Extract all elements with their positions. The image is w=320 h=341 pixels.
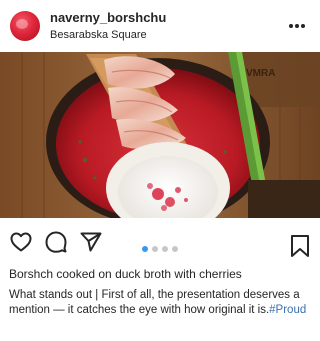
carousel-dot-3 xyxy=(162,246,168,252)
location[interactable]: Besarabska Square xyxy=(50,28,166,43)
carousel-dot-2 xyxy=(152,246,158,252)
bookmark-icon xyxy=(291,235,309,257)
carousel-dot-4 xyxy=(172,246,178,252)
comment-button[interactable] xyxy=(44,230,68,254)
more-horizontal-icon xyxy=(289,24,305,28)
user-block: naverny_borshchu Besarabska Square xyxy=(50,10,166,43)
share-button[interactable] xyxy=(79,230,103,254)
instagram-post: naverny_borshchu Besarabska Square VMRA … xyxy=(0,0,320,341)
post-header: naverny_borshchu Besarabska Square xyxy=(0,0,320,52)
carousel-dot-1 xyxy=(142,246,148,252)
post-actions xyxy=(0,226,320,258)
send-icon xyxy=(80,232,102,252)
post-photo[interactable]: VMRA xyxy=(0,52,320,218)
avatar[interactable] xyxy=(10,11,40,41)
heart-icon xyxy=(10,232,32,252)
username[interactable]: naverny_borshchu xyxy=(50,10,166,26)
hashtag-link[interactable]: #Proud xyxy=(269,304,306,316)
save-button[interactable] xyxy=(290,234,310,258)
post-caption: What stands out | First of all, the pres… xyxy=(9,288,314,318)
carousel-indicator xyxy=(142,246,178,252)
caption-text: What stands out | First of all, the pres… xyxy=(9,289,300,316)
comment-icon xyxy=(45,231,67,253)
more-options-button[interactable] xyxy=(284,13,310,39)
post-title: Borshch cooked on duck broth with cherri… xyxy=(9,267,242,281)
photo-illustration: VMRA xyxy=(0,52,320,218)
like-button[interactable] xyxy=(9,230,33,254)
sign-text: VMRA xyxy=(246,68,275,79)
